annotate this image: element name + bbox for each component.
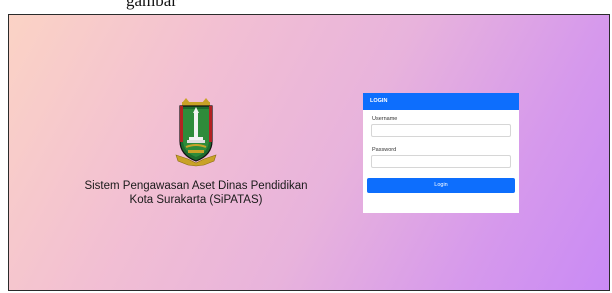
caption-text: gambar: [126, 0, 177, 10]
document-caption-strip: gambar: [0, 0, 612, 14]
password-input[interactable]: [371, 155, 511, 168]
login-screen: Sistem Pengawasan Aset Dinas Pendidikan …: [8, 14, 610, 291]
username-input[interactable]: [371, 124, 511, 137]
login-card-header: LOGIN: [363, 93, 519, 110]
login-form: Username Password Login: [363, 110, 519, 193]
login-button[interactable]: Login: [367, 178, 515, 193]
surakarta-crest-icon: [175, 98, 217, 167]
brand-title: Sistem Pengawasan Aset Dinas Pendidikan …: [81, 179, 311, 207]
username-label: Username: [372, 116, 398, 122]
password-label: Password: [372, 147, 397, 153]
brand-title-line-1: Sistem Pengawasan Aset Dinas Pendidikan: [84, 180, 308, 192]
brand-block: Sistem Pengawasan Aset Dinas Pendidikan …: [81, 97, 311, 207]
brand-title-line-2: Kota Surakarta (SiPATAS): [129, 194, 263, 206]
login-card: LOGIN Username Password Login: [363, 93, 519, 213]
